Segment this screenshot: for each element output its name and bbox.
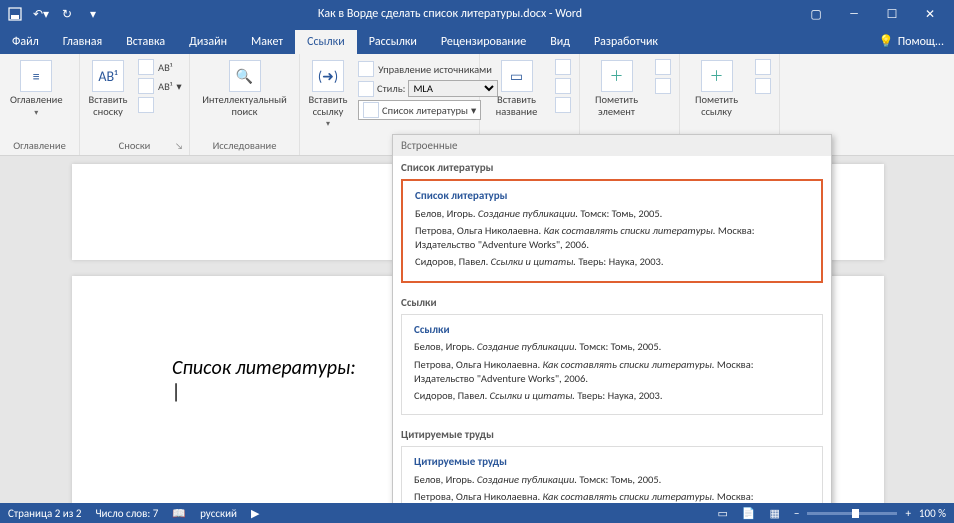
bib-entry: Сидоров, Павел. Ссылки и цитаты. Тверь: … xyxy=(415,255,809,269)
view-read-icon[interactable]: ▭ xyxy=(717,507,727,520)
next-footnote-button[interactable]: AB¹▾ xyxy=(134,77,186,95)
tab-home[interactable]: Главная xyxy=(51,30,114,54)
maximize-icon[interactable]: ☐ xyxy=(878,7,906,22)
gallery-section-title: Цитируемые труды xyxy=(393,423,831,446)
redo-icon[interactable]: ↻ xyxy=(58,5,76,23)
caption-opt2[interactable] xyxy=(551,77,575,95)
zoom-in-button[interactable]: + xyxy=(905,507,910,520)
show-notes-button[interactable] xyxy=(134,96,186,114)
index-opt1[interactable] xyxy=(651,58,675,76)
status-macro-icon[interactable]: ▶ xyxy=(251,507,259,520)
caption-opt3[interactable] xyxy=(551,96,575,114)
gallery-section-title: Список литературы xyxy=(393,156,831,179)
tab-view[interactable]: Вид xyxy=(538,30,582,54)
group-footnotes: AB¹ Вставить сноску AB¹ AB¹▾ Сноски↘ xyxy=(80,54,190,155)
gallery-item-references[interactable]: Ссылки Белов, Игорь. Создание публикации… xyxy=(401,314,823,416)
tell-me[interactable]: 💡 Помощ... xyxy=(869,29,954,54)
bib-entry: Белов, Игорь. Создание публикации. Томск… xyxy=(414,340,810,354)
view-print-icon[interactable]: 📄 xyxy=(742,507,756,520)
status-bar: Страница 2 из 2 Число слов: 7 📖 русский … xyxy=(0,503,954,523)
undo-icon[interactable]: ↶▾ xyxy=(32,5,50,23)
search-icon: 🔍 xyxy=(229,60,261,92)
index-opt2[interactable] xyxy=(651,77,675,95)
window-buttons: ▢ ― ☐ ✕ xyxy=(792,7,954,22)
save-icon[interactable] xyxy=(6,5,24,23)
zoom-level[interactable]: 100 % xyxy=(919,507,946,520)
preview-title: Цитируемые труды xyxy=(414,455,810,470)
dialog-launcher-icon[interactable]: ↘ xyxy=(175,141,183,152)
mark-entry-button[interactable]: ＋ Пометить элемент xyxy=(584,56,649,121)
gallery-item-bibliography[interactable]: Список литературы Белов, Игорь. Создание… xyxy=(401,179,823,283)
insert-citation-button[interactable]: (➜) Вставить ссылку▾ xyxy=(304,56,352,133)
index-icon: ＋ xyxy=(601,60,633,92)
citation-icon: (➜) xyxy=(312,60,344,92)
caption-opt1[interactable] xyxy=(551,58,575,76)
tab-review[interactable]: Рецензирование xyxy=(429,30,538,54)
zoom-slider[interactable] xyxy=(807,512,897,515)
toc-icon: ≡ xyxy=(20,60,52,92)
insert-caption-button[interactable]: ▭ Вставить название xyxy=(484,56,549,121)
status-page[interactable]: Страница 2 из 2 xyxy=(8,507,81,520)
bib-entry: Петрова, Ольга Николаевна. Как составлят… xyxy=(415,224,809,252)
caption-icon: ▭ xyxy=(501,60,533,92)
bibliography-gallery: Встроенные Список литературы Список лите… xyxy=(392,134,832,514)
bib-entry: Белов, Игорь. Создание публикации. Томск… xyxy=(415,207,809,221)
tab-layout[interactable]: Макет xyxy=(239,30,295,54)
status-proofing-icon[interactable]: 📖 xyxy=(172,507,186,520)
group-label: Сноски↘ xyxy=(84,137,185,155)
ribbon-tabs: Файл Главная Вставка Дизайн Макет Ссылки… xyxy=(0,28,954,54)
insert-endnote-button[interactable]: AB¹ xyxy=(134,58,186,76)
title-bar: ↶▾ ↻ ▾ Как в Ворде сделать список литера… xyxy=(0,0,954,28)
preview-title: Список литературы xyxy=(415,189,809,204)
tab-file[interactable]: Файл xyxy=(0,30,51,54)
tab-developer[interactable]: Разработчик xyxy=(582,30,670,54)
tab-mailings[interactable]: Рассылки xyxy=(357,30,429,54)
zoom-out-button[interactable]: − xyxy=(794,507,799,520)
group-research: 🔍 Интеллектуальный поиск Исследование xyxy=(190,54,300,155)
group-toc: ≡ Оглавление▾ Оглавление xyxy=(0,54,80,155)
group-label: Исследование xyxy=(194,137,295,155)
bib-entry: Петрова, Ольга Николаевна. Как составлят… xyxy=(414,358,810,386)
ribbon-options-icon[interactable]: ▢ xyxy=(802,7,830,22)
zoom-controls: − + 100 % xyxy=(794,507,946,520)
toc-button[interactable]: ≡ Оглавление▾ xyxy=(4,56,69,121)
footnote-icon: AB¹ xyxy=(92,60,124,92)
auth-opt2[interactable] xyxy=(751,77,775,95)
qat-customize-icon[interactable]: ▾ xyxy=(84,5,102,23)
insert-footnote-button[interactable]: AB¹ Вставить сноску xyxy=(84,56,132,121)
close-icon[interactable]: ✕ xyxy=(916,7,944,22)
quick-access-toolbar: ↶▾ ↻ ▾ xyxy=(0,5,108,23)
smart-lookup-button[interactable]: 🔍 Интеллектуальный поиск xyxy=(194,56,295,121)
group-label: Оглавление xyxy=(4,137,75,155)
auth-opt1[interactable] xyxy=(751,58,775,76)
tab-references[interactable]: Ссылки xyxy=(295,30,357,54)
authorities-icon: ＋ xyxy=(701,60,733,92)
mark-citation-button[interactable]: ＋ Пометить ссылку xyxy=(684,56,749,121)
window-title: Как в Ворде сделать список литературы.do… xyxy=(108,7,792,21)
gallery-section-title: Ссылки xyxy=(393,291,831,314)
status-language[interactable]: русский xyxy=(200,507,237,520)
bib-entry: Сидоров, Павел. Ссылки и цитаты. Тверь: … xyxy=(414,389,810,403)
view-web-icon[interactable]: ▦ xyxy=(770,507,780,520)
gallery-header: Встроенные xyxy=(393,135,831,156)
preview-title: Ссылки xyxy=(414,323,810,338)
tab-design[interactable]: Дизайн xyxy=(177,30,239,54)
status-words[interactable]: Число слов: 7 xyxy=(95,507,158,520)
bib-entry: Белов, Игорь. Создание публикации. Томск… xyxy=(414,473,810,487)
tab-insert[interactable]: Вставка xyxy=(114,30,177,54)
minimize-icon[interactable]: ― xyxy=(840,7,868,22)
